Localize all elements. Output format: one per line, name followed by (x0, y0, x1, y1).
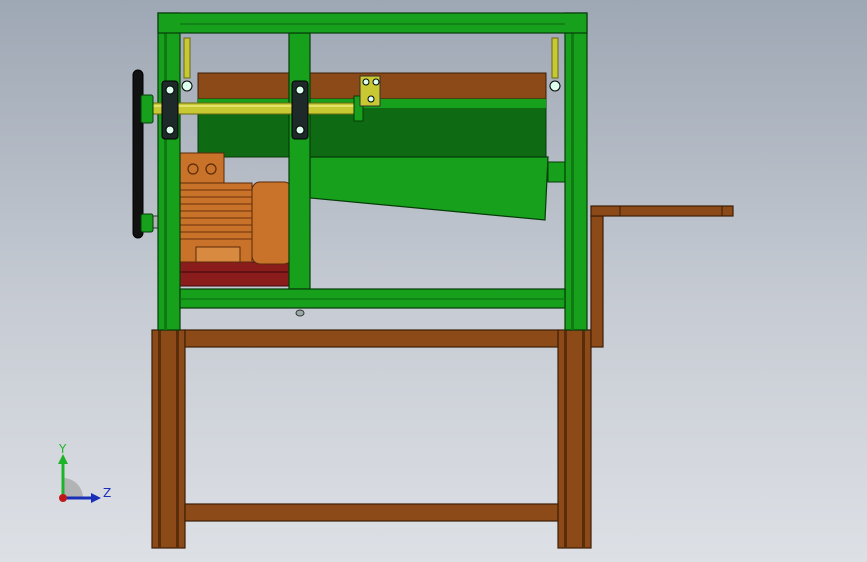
side-arm-beam[interactable] (590, 205, 734, 217)
wood-top-rail[interactable] (184, 329, 559, 348)
right-leg-shade-2 (582, 330, 585, 548)
wood-bottom-rail[interactable] (184, 503, 559, 522)
left-bearing-bolt-top (165, 85, 175, 95)
middle-upright[interactable] (288, 32, 311, 290)
left-bearing-bolt-bottom (165, 125, 175, 135)
y-axis-label: Y (58, 442, 67, 456)
lower-pulley-hub[interactable] (140, 213, 154, 233)
left-hanger-rod[interactable] (183, 37, 191, 79)
triad-sphere-quadrant (63, 478, 83, 498)
z-axis-label: Z (103, 486, 111, 500)
machine-assembly-model[interactable] (0, 0, 867, 562)
motor-base[interactable] (179, 261, 293, 287)
cad-viewport[interactable]: Y Z (0, 0, 867, 562)
right-leg-shade (564, 330, 567, 548)
left-hanger-eye (181, 80, 193, 92)
side-arm-post[interactable] (590, 215, 604, 348)
motor-nameplate (195, 246, 241, 263)
main-shaft[interactable] (149, 102, 359, 115)
x-axis-dot (59, 494, 67, 502)
terminal-box[interactable] (179, 152, 225, 184)
right-wood-leg[interactable] (557, 329, 592, 549)
middle-bearing-bolt-bottom (295, 125, 305, 135)
right-upright-shade (571, 13, 574, 330)
drain-fitting (295, 309, 305, 317)
top-beam[interactable] (157, 12, 588, 34)
eccentric-bolt-3 (367, 95, 375, 103)
motor-end-bell[interactable] (251, 181, 293, 265)
belt-drive[interactable] (132, 69, 154, 239)
left-leg-shade-2 (176, 330, 179, 548)
right-upright[interactable] (564, 12, 588, 331)
right-hanger-eye (549, 80, 561, 92)
eccentric-bolt-2 (372, 78, 380, 86)
middle-bearing-bolt-top (295, 85, 305, 95)
left-upright[interactable] (157, 12, 181, 331)
coordinate-triad: Y Z (58, 442, 111, 503)
discharge-chute[interactable] (309, 156, 549, 221)
right-hanger-rod[interactable] (551, 37, 559, 79)
upper-pulley-hub[interactable] (140, 94, 154, 124)
left-upright-shade (164, 13, 167, 330)
left-leg-shade (158, 330, 161, 548)
eccentric-bolt-1 (362, 78, 370, 86)
chute-bracket[interactable] (547, 161, 566, 183)
left-wood-leg[interactable] (151, 329, 186, 549)
z-axis-arrow (91, 493, 101, 503)
